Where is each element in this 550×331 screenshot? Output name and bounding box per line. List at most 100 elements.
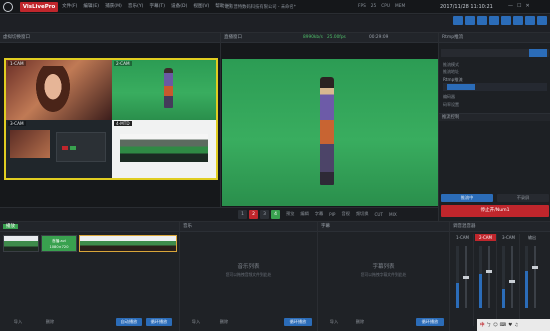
cam-4-tile[interactable]: 4-MTD: [112, 120, 216, 178]
subtitle-panel: 字幕 字幕列表 您可以拖拽字幕文件到此处 导入 删除 循环播放: [318, 222, 450, 331]
switch-label[interactable]: 频切换: [356, 211, 369, 217]
ime-keyboard-icon[interactable]: ⌨: [500, 323, 507, 328]
fps-label: FPS: [358, 4, 366, 9]
auto-play-button[interactable]: 自动播放: [116, 318, 142, 326]
stream-panel: Rtmp推流 推流模式 推流地址 Rtmp推流 编码器 码率设置 推流控制 推流…: [438, 33, 550, 234]
layout-5-button[interactable]: [501, 16, 511, 25]
cam-1-tile[interactable]: 1-CAM: [6, 60, 112, 120]
mem-label: MEM: [395, 4, 406, 9]
cam-1-label: 1-CAM: [8, 61, 26, 66]
window-title: 北京普特数码科技有限公司 - 未命名*: [225, 5, 296, 10]
menu-edit[interactable]: 编辑(E): [83, 3, 99, 9]
av-label[interactable]: 音视: [341, 211, 349, 217]
subtitle-empty-title: 字幕列表: [372, 264, 395, 270]
mixer-channel-2: 2-CAM: [475, 234, 497, 326]
push-status-button[interactable]: 推流中: [441, 194, 493, 202]
loop-play-button-2[interactable]: 循环播放: [284, 318, 312, 326]
output-fader[interactable]: [532, 246, 538, 308]
scene-thumb-2[interactable]: 首播.avi 1080×720: [41, 235, 77, 252]
mixer-title: 调音混音器: [450, 222, 550, 232]
import-button-3[interactable]: 导入: [326, 318, 342, 326]
cam-2-label: 2-CAM: [114, 61, 132, 66]
pgm-4-button[interactable]: 4: [271, 209, 280, 219]
import-button-2[interactable]: 导入: [188, 318, 204, 326]
menu-music[interactable]: 音乐(Y): [128, 3, 144, 9]
layout-buttons: [453, 16, 547, 25]
cam-3-green-mark: [70, 146, 76, 150]
channel-2-fader[interactable]: [486, 246, 492, 308]
channel-2-label[interactable]: 2-CAM: [475, 234, 496, 241]
delete-button-2[interactable]: 删除: [216, 318, 232, 326]
mixer-output: 输出: [521, 234, 543, 326]
ime-chinese-icon[interactable]: 中: [480, 322, 485, 328]
menu-file[interactable]: 文件(F): [62, 3, 77, 9]
ime-music-icon[interactable]: ♫: [514, 323, 518, 328]
bitrate-b: 25.00fps: [327, 35, 346, 40]
ime-heart-icon[interactable]: ♥: [508, 323, 512, 328]
person-image: [36, 66, 70, 112]
stop-stream-button[interactable]: 停止开/Num1: [441, 205, 549, 217]
pgm-1-button[interactable]: 1: [238, 209, 247, 219]
edit-label[interactable]: 编辑: [300, 211, 308, 217]
import-button-1[interactable]: 导入: [10, 318, 26, 326]
mix-button[interactable]: MIX: [389, 212, 397, 217]
menu-device[interactable]: 设备(D): [171, 3, 187, 9]
cam-3-tile[interactable]: 3-CAM: [6, 120, 112, 178]
scene-thumb-1[interactable]: [3, 235, 39, 252]
cam-3-red-mark: [62, 146, 68, 150]
delete-button-1[interactable]: 删除: [42, 318, 58, 326]
channel-3-meter: [502, 246, 505, 308]
scene-tab-active[interactable]: 播放: [3, 224, 18, 229]
loop-play-button-3[interactable]: 循环播放: [416, 318, 444, 326]
layout-8-button[interactable]: [537, 16, 547, 25]
bottom-panels: 播放 首播.avi 1080×720 导入 删除 自动播放 循环播放 音乐 音乐…: [0, 221, 550, 331]
layout-7-button[interactable]: [525, 16, 535, 25]
channel-1-label: 1-CAM: [456, 235, 469, 240]
channel-1-fader[interactable]: [463, 246, 469, 308]
maximize-icon[interactable]: ☐: [517, 3, 521, 9]
server-field[interactable]: [443, 83, 547, 91]
datetime: 2017/11/28 11:10:21: [440, 4, 493, 10]
menu-subtitle[interactable]: 字幕(T): [149, 3, 165, 9]
scene-thumb-3[interactable]: [79, 235, 177, 252]
mode-tab-active[interactable]: [529, 49, 547, 57]
fps-value: 25: [370, 4, 377, 9]
layout-6-button[interactable]: [513, 16, 523, 25]
ime-emoji-icon[interactable]: ☺: [493, 323, 498, 328]
server-active: [447, 84, 475, 90]
setting-row-mode: 推流模式: [443, 62, 459, 67]
loop-play-button-1[interactable]: 循环播放: [146, 318, 172, 326]
pip-label[interactable]: PIP: [329, 212, 335, 217]
cam-2-tile[interactable]: 2-CAM: [112, 60, 216, 120]
cut-button[interactable]: CUT: [374, 212, 383, 217]
subtitle-empty-state: 字幕列表 您可以拖拽字幕文件到此处: [318, 262, 449, 278]
pgm-3-button[interactable]: 3: [260, 209, 269, 219]
layout-1-button[interactable]: [453, 16, 463, 25]
status-readout: FPS 25 CPU MEM: [358, 4, 405, 9]
subtitle-label[interactable]: 字幕: [315, 211, 323, 217]
layout-2-button[interactable]: [465, 16, 475, 25]
channel-3-fader[interactable]: [509, 246, 515, 308]
music-empty-hint: 您可以拖拽音频文件到此处: [225, 272, 272, 277]
menu-capture[interactable]: 捕获(M): [105, 3, 122, 9]
menu-view[interactable]: 视图(V): [193, 3, 209, 9]
close-icon[interactable]: ✕: [525, 3, 529, 9]
window-controls: — ☐ ✕: [508, 3, 530, 9]
music-panel: 音乐 音乐列表 您可以拖拽音频文件到此处 导入 删除 循环播放: [180, 222, 318, 331]
delete-button-3[interactable]: 删除: [352, 318, 368, 326]
record-button[interactable]: 不录屏: [497, 194, 549, 202]
layout-4-button[interactable]: [489, 16, 499, 25]
music-empty-state: 音乐列表 您可以拖拽音频文件到此处: [180, 262, 317, 278]
preview-label[interactable]: 预览: [286, 211, 294, 217]
figure-image: [164, 68, 173, 108]
minimize-icon[interactable]: —: [508, 3, 513, 9]
live-figure-image: [320, 77, 334, 185]
mixer-channel-3: 3-CAM: [498, 234, 520, 326]
channel-2-meter: [479, 246, 482, 308]
output-label: 输出: [528, 235, 536, 240]
pgm-2-button[interactable]: 2: [249, 209, 258, 219]
layout-3-button[interactable]: [477, 16, 487, 25]
app-logo-icon: [3, 2, 13, 12]
ime-taskbar: 中 ㄅ ☺ ⌨ ♥ ♫: [477, 319, 550, 331]
ime-bopomofo-icon[interactable]: ㄅ: [487, 322, 492, 328]
